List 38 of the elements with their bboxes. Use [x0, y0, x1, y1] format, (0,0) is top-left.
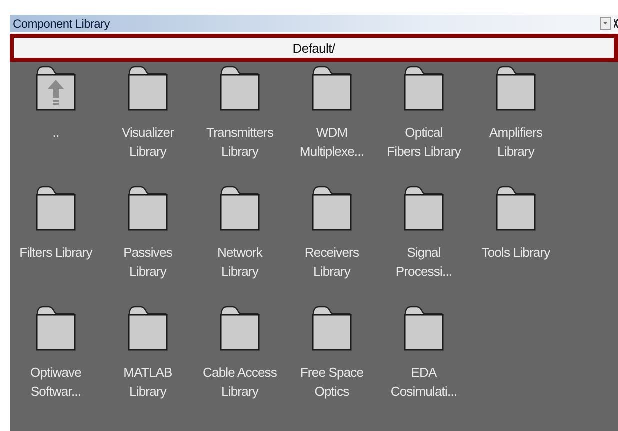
folder-label[interactable]: WDM Multiplexe... — [300, 123, 364, 161]
folder-icon[interactable] — [404, 66, 444, 111]
dropdown-icon[interactable] — [600, 17, 611, 30]
folder-icon[interactable] — [496, 66, 536, 111]
folder-label[interactable]: Optiwave Softwar... — [30, 363, 82, 401]
folder-label[interactable]: Free Space Optics — [300, 363, 364, 401]
folder-label[interactable]: Filters Library — [20, 243, 92, 262]
folder-label[interactable]: Tools Library — [482, 243, 550, 262]
folder-label[interactable]: Optical Fibers Library — [387, 123, 461, 161]
folder-label[interactable]: MATLAB Library — [124, 363, 172, 401]
folder-icon[interactable] — [220, 306, 260, 351]
folder-icon[interactable] — [312, 66, 352, 111]
window-title: Component Library — [12, 16, 112, 30]
folder-label[interactable]: Network Library — [218, 243, 262, 281]
folder-label[interactable]: .. — [52, 123, 60, 142]
close-icon[interactable] — [614, 19, 618, 28]
folder-label[interactable]: Signal Processi... — [396, 243, 452, 281]
folder-label[interactable]: Amplifiers Library — [489, 123, 543, 161]
folder-label[interactable]: Passives Library — [124, 243, 172, 281]
folder-icon[interactable] — [36, 186, 76, 231]
folder-icon[interactable] — [128, 306, 168, 351]
folder-icon[interactable] — [128, 66, 168, 111]
folder-icon[interactable] — [404, 306, 444, 351]
folder-label[interactable]: Cable Access Library — [203, 363, 277, 401]
folder-icon[interactable] — [220, 66, 260, 111]
folder-label[interactable]: Transmitters Library — [206, 123, 274, 161]
folder-icon[interactable] — [36, 306, 76, 351]
folder-icon[interactable] — [220, 186, 260, 231]
folder-icon[interactable] — [312, 306, 352, 351]
path-text: Default/ — [292, 40, 336, 56]
folder-icon[interactable] — [404, 186, 444, 231]
folder-icon[interactable] — [312, 186, 352, 231]
folder-icon[interactable] — [496, 186, 536, 231]
folder-icon[interactable] — [128, 186, 168, 231]
folder-label[interactable]: Visualizer Library — [122, 123, 174, 161]
up-folder-icon[interactable] — [36, 66, 76, 111]
folder-label[interactable]: EDA Cosimulati... — [390, 363, 458, 401]
folder-label[interactable]: Receivers Library — [304, 243, 360, 281]
